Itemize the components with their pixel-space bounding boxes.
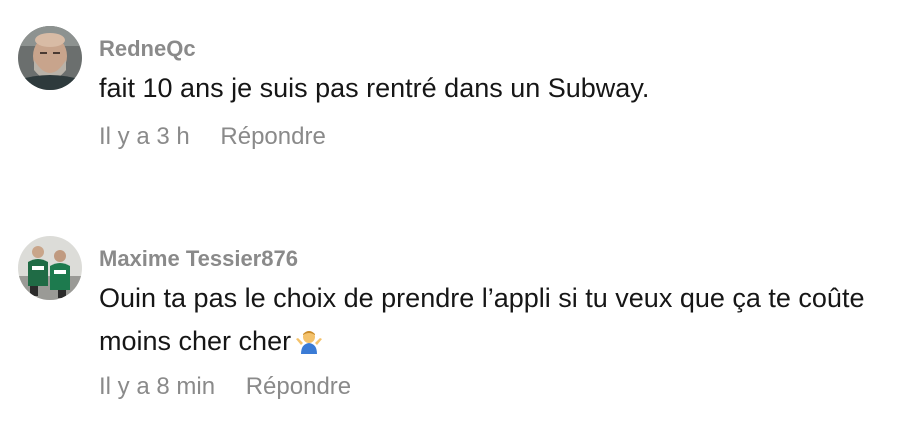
comment-meta: Il y a 8 min Répondre (99, 373, 351, 401)
bald-man-avatar-icon (18, 26, 82, 90)
reply-button[interactable]: Répondre (246, 373, 351, 401)
user-avatar[interactable] (18, 236, 82, 300)
comment-username[interactable]: RedneQc (99, 36, 196, 62)
comment-timestamp: Il y a 8 min (99, 373, 216, 400)
comment-meta: Il y a 3 h Répondre (99, 123, 326, 151)
comment-text-content: Ouin ta pas le choix de prendre l’appli … (99, 283, 865, 356)
two-people-avatar-icon (18, 236, 82, 300)
comment-timestamp: Il y a 3 h (99, 123, 190, 150)
person-shrugging-icon (295, 324, 323, 367)
comment-text: fait 10 ans je suis pas rentré dans un S… (99, 73, 650, 103)
reply-button[interactable]: Répondre (220, 123, 325, 151)
comment-list: RedneQc fait 10 ans je suis pas rentré d… (0, 0, 922, 446)
comment-username[interactable]: Maxime Tessier876 (99, 246, 298, 272)
user-avatar[interactable] (18, 26, 82, 90)
comment-text: Ouin ta pas le choix de prendre l’appli … (99, 277, 909, 367)
